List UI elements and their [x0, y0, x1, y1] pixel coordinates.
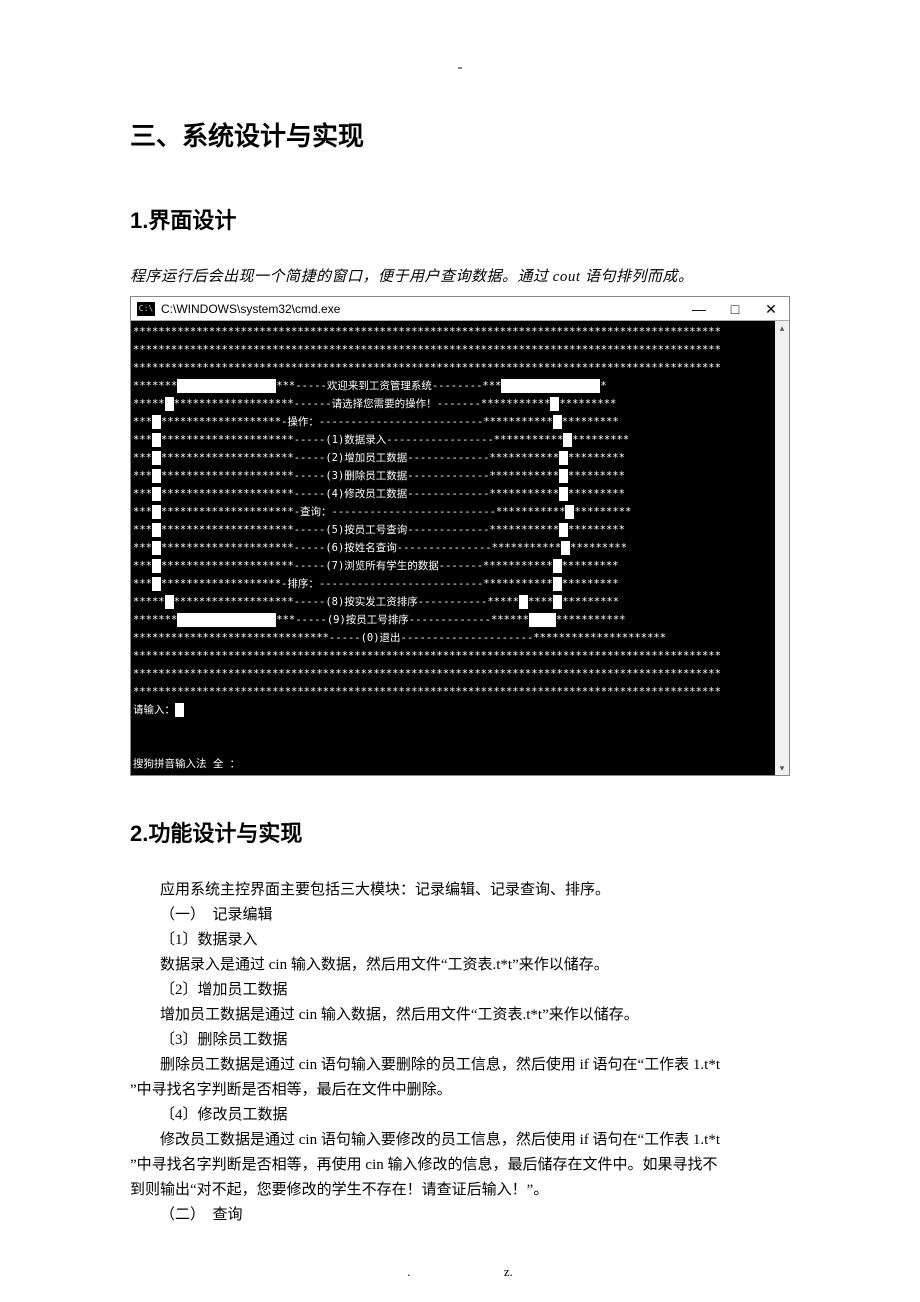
cmd-line: ************************-----(2)增加员工数据--… [133, 449, 773, 467]
cmd-line [133, 737, 773, 755]
maximize-button[interactable]: □ [717, 297, 753, 321]
cmd-line: ************************-----(5)按员工号查询--… [133, 521, 773, 539]
page-header-dash: - [130, 60, 790, 76]
para: （一） 记录编辑 [130, 903, 790, 928]
cmd-line: **********************-操作：--------------… [133, 413, 773, 431]
para: ”中寻找名字判断是否相等，最后在文件中删除。 [130, 1078, 790, 1103]
cmd-icon: C:\ [137, 302, 155, 316]
minimize-button[interactable]: — [681, 297, 717, 321]
cmd-body: ****************************************… [131, 321, 789, 775]
footer-dot: . [407, 1264, 410, 1280]
section-2-heading: 2.功能设计与实现 [130, 816, 790, 848]
para: 到则输出“对不起，您要修改的学生不存在！请查证后输入！”。 [130, 1178, 790, 1203]
cmd-content: ****************************************… [131, 321, 775, 775]
cmd-line: ****************************************… [133, 323, 773, 341]
cmd-line: ************************-----(4)修改员工数据--… [133, 485, 773, 503]
cmd-line: ************************-----(1)数据录入----… [133, 431, 773, 449]
para: 修改员工数据是通过 cin 语句输入要修改的员工信息，然后使用 if 语句在“工… [130, 1128, 790, 1153]
cmd-line: **********************-排序：--------------… [133, 575, 773, 593]
para: 增加员工数据是通过 cin 输入数据，然后用文件“工资表.t*t”来作以储存。 [130, 1003, 790, 1028]
cmd-line: ****************************************… [133, 647, 773, 665]
cmd-line: ************************-----(6)按姓名查询---… [133, 539, 773, 557]
para: 删除员工数据是通过 cin 语句输入要删除的员工信息，然后使用 if 语句在“工… [130, 1053, 790, 1078]
cmd-line: **********-----(9)按员工号排序-------------***… [133, 611, 773, 629]
para: 〔3〕删除员工数据 [130, 1028, 790, 1053]
para: 〔2〕增加员工数据 [130, 978, 790, 1003]
close-button[interactable]: ✕ [753, 297, 789, 321]
cmd-line: ****************************************… [133, 665, 773, 683]
cmd-line: ************************-----(8)按实发工资排序-… [133, 593, 773, 611]
para: ”中寻找名字判断是否相等，再使用 cin 输入修改的信息，最后储存在文件中。如果… [130, 1153, 790, 1178]
cmd-line: **********-----欢迎来到工资管理系统--------**** [133, 377, 773, 395]
cmd-scrollbar[interactable]: ▴ ▾ [775, 321, 789, 775]
para: 应用系统主控界面主要包括三大模块：记录编辑、记录查询、排序。 [130, 878, 790, 903]
cmd-titlebar: C:\ C:\WINDOWS\system32\cmd.exe — □ ✕ [131, 297, 789, 321]
cmd-line: ****************************************… [133, 341, 773, 359]
para: 〔4〕修改员工数据 [130, 1103, 790, 1128]
section-1-intro: 程序运行后会出现一个简捷的窗口，便于用户查询数据。通过 cout 语句排列而成。 [130, 265, 790, 286]
cmd-line: ****************************************… [133, 359, 773, 377]
cmd-line: *******************************-----(0)退… [133, 629, 773, 647]
cmd-line [133, 719, 773, 737]
cmd-line: ************************------请选择您需要的操作！… [133, 395, 773, 413]
scroll-up-icon[interactable]: ▴ [775, 321, 789, 335]
para: 数据录入是通过 cin 输入数据，然后用文件“工资表.t*t”来作以储存。 [130, 953, 790, 978]
section-2-body: 应用系统主控界面主要包括三大模块：记录编辑、记录查询、排序。 （一） 记录编辑 … [130, 878, 790, 1228]
cmd-title: C:\WINDOWS\system32\cmd.exe [161, 302, 681, 316]
section-1-heading: 1.界面设计 [130, 203, 790, 235]
para: （二） 查询 [130, 1203, 790, 1228]
cmd-line: ************************-----(3)删除员工数据--… [133, 467, 773, 485]
cmd-line: ************************-----(7)浏览所有学生的数… [133, 557, 773, 575]
heading-level-1: 三、系统设计与实现 [130, 116, 790, 153]
footer-page: z. [504, 1264, 513, 1279]
cmd-line: 搜狗拼音输入法 全 ： [133, 755, 773, 773]
page-footer: . z. [0, 1264, 920, 1280]
para: 〔1〕数据录入 [130, 928, 790, 953]
cmd-window: C:\ C:\WINDOWS\system32\cmd.exe — □ ✕ **… [130, 296, 790, 776]
cmd-line: 请输入： [133, 701, 773, 719]
scroll-down-icon[interactable]: ▾ [775, 761, 789, 775]
cmd-line: ****************************************… [133, 683, 773, 701]
cmd-line: ************************-查询：------------… [133, 503, 773, 521]
